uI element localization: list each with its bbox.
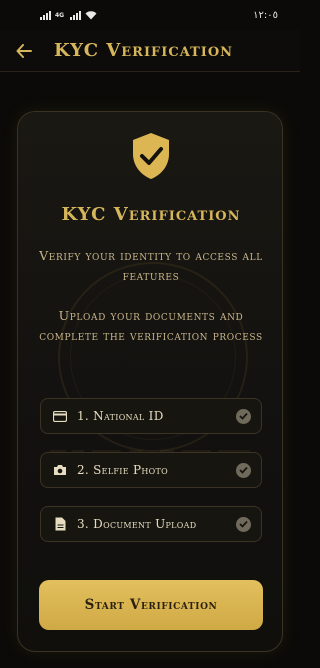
kyc-card: KEMET KYC Verification Verify your ident… <box>17 111 283 652</box>
step-selfie-photo[interactable]: 2. Selfie Photo <box>40 452 262 488</box>
signal-icon <box>40 10 51 20</box>
card-title: KYC Verification <box>61 204 241 225</box>
description-text-1: Verify your identity to access all featu… <box>39 248 263 283</box>
network-type: 4G <box>55 11 65 19</box>
step-label: 1. National ID <box>77 409 164 423</box>
start-verification-button[interactable]: Start Verification <box>39 580 263 630</box>
check-icon <box>236 462 251 478</box>
app-bar: KYC Verification <box>0 30 300 72</box>
camera-icon <box>53 463 67 477</box>
step-label: 2. Selfie Photo <box>77 463 169 477</box>
check-icon <box>236 516 251 532</box>
check-icon <box>236 408 251 424</box>
arrow-left-icon <box>16 43 32 58</box>
description-text-2: Upload your documents and complete the v… <box>39 308 263 343</box>
wifi-icon <box>85 10 97 19</box>
signal-icon-2 <box>70 10 82 20</box>
status-bar: 4G ١٢:٠٥ <box>0 0 300 30</box>
id-card-icon <box>53 409 67 423</box>
step-label: 3. Document Upload <box>77 517 197 531</box>
step-document-upload[interactable]: 3. Document Upload <box>40 506 262 542</box>
page-title: KYC Verification <box>54 40 234 61</box>
document-icon <box>53 517 67 531</box>
step-national-id[interactable]: 1. National ID <box>40 398 262 434</box>
back-button[interactable] <box>6 33 42 69</box>
status-time: ١٢:٠٥ <box>253 9 278 21</box>
status-icons: 4G <box>40 10 97 20</box>
shield-check-icon <box>133 133 169 179</box>
